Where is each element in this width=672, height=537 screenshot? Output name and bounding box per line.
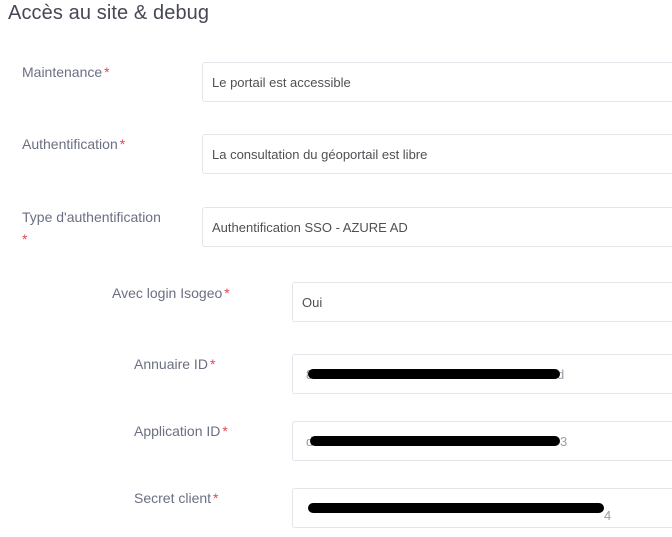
application-id-input[interactable]: d 3 [292,421,672,461]
application-id-label: Application ID * [134,420,228,442]
redaction-bar [308,503,604,513]
authentification-select[interactable]: La consultation du géoportail est libre [202,134,672,174]
maintenance-label-text: Maintenance [22,64,103,80]
authentification-value: La consultation du géoportail est libre [212,146,428,162]
application-id-label-text: Application ID [134,423,221,439]
maintenance-select[interactable]: Le portail est accessible [202,62,672,102]
section-title: Accès au site & debug [8,2,210,24]
required-marker: * [213,490,219,506]
avec-login-isogeo-label-text: Avec login Isogeo [112,285,223,301]
required-marker: * [224,285,230,301]
avec-login-isogeo-label: Avec login Isogeo * [112,282,230,304]
authentification-label-text: Authentification [22,136,118,152]
redaction-bar [310,436,560,446]
annuaire-id-label: Annuaire ID * [134,353,215,375]
maintenance-value: Le portail est accessible [212,74,351,90]
secret-client-input[interactable]: 4 [292,488,672,528]
type-authentification-select[interactable]: Authentification SSO - AZURE AD [202,207,672,247]
secret-client-label-text: Secret client [134,490,212,506]
annuaire-id-value: 8 d [306,367,566,382]
annuaire-id-input[interactable]: 8 d [292,354,672,394]
avec-login-isogeo-value: Oui [302,294,323,310]
avec-login-isogeo-select[interactable]: Oui [292,282,672,322]
authentification-label: Authentification * [22,133,125,155]
required-marker: * [22,231,28,247]
required-marker: * [104,64,110,80]
secret-client-value-end: 4 [604,508,612,523]
redaction-bar [308,369,560,379]
required-marker: * [119,136,126,152]
application-id-value: d 3 [306,434,576,449]
required-marker: * [209,356,216,372]
type-authentification-label-text: Type d'authentification [22,209,161,225]
maintenance-label: Maintenance * [22,61,110,83]
secret-client-label: Secret client * [134,487,219,509]
type-authentification-label: Type d'authentification * [22,206,187,250]
type-authentification-value: Authentification SSO - AZURE AD [212,219,408,235]
application-id-value-end: 3 [560,433,568,449]
annuaire-id-label-text: Annuaire ID [134,356,208,372]
required-marker: * [222,423,228,439]
